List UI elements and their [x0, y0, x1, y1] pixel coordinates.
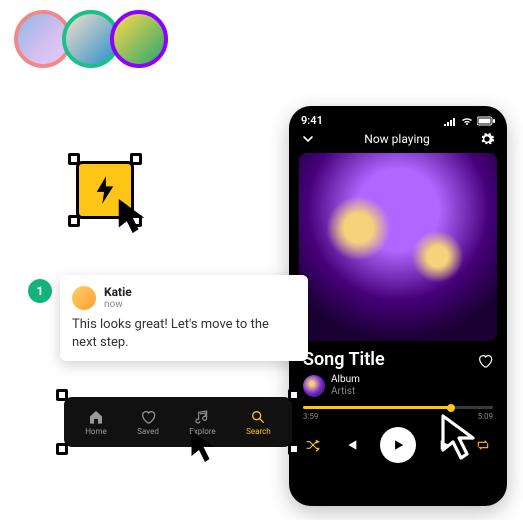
resize-handle[interactable] — [130, 153, 142, 165]
nav-saved[interactable]: Saved — [137, 409, 159, 436]
status-time: 9:41 — [301, 114, 323, 127]
nav-search[interactable]: Search — [246, 409, 271, 436]
artist-name: Artist — [331, 386, 360, 398]
avatar — [72, 286, 96, 310]
song-meta: Song Title Album Artist — [303, 349, 385, 398]
gear-icon[interactable] — [479, 131, 495, 147]
resize-handle[interactable] — [56, 389, 68, 401]
status-bar: 9:41 — [289, 106, 507, 129]
home-icon — [88, 409, 104, 425]
play-button[interactable] — [380, 427, 416, 463]
progress-bar[interactable]: 3:59 5:09 — [289, 402, 507, 423]
player-controls — [289, 423, 507, 473]
player-topbar: Now playing — [289, 129, 507, 153]
time-duration: 5:09 — [478, 412, 493, 421]
album-name: Album — [331, 374, 360, 386]
cursor-icon — [190, 429, 220, 465]
battery-icon — [477, 116, 495, 126]
comment-author: Katie — [104, 285, 132, 299]
comment-body: This looks great! Let's move to the next… — [72, 316, 296, 351]
previous-icon[interactable] — [343, 437, 359, 453]
music-icon — [194, 409, 210, 425]
resize-handle[interactable] — [288, 389, 300, 401]
signal-icon — [443, 116, 457, 126]
resize-handle[interactable] — [288, 443, 300, 455]
comment-badge[interactable]: 1 — [28, 279, 52, 303]
wifi-icon — [460, 116, 474, 126]
heart-icon — [140, 409, 156, 425]
play-icon — [391, 438, 405, 452]
avatar[interactable] — [110, 10, 168, 68]
album-thumb — [303, 375, 325, 397]
chevron-down-icon[interactable] — [301, 132, 315, 146]
next-icon[interactable] — [438, 437, 454, 453]
now-playing-label: Now playing — [364, 132, 429, 146]
time-elapsed: 3:59 — [303, 412, 318, 421]
shuffle-icon[interactable] — [305, 437, 321, 453]
repeat-icon[interactable] — [475, 437, 491, 453]
song-title: Song Title — [303, 349, 385, 370]
resize-handle[interactable] — [56, 443, 68, 455]
resize-handle[interactable] — [68, 215, 80, 227]
phone-mockup: 9:41 Now playing Song Title Album Artist — [289, 106, 507, 506]
comment-time: now — [104, 299, 132, 310]
bolt-icon — [94, 176, 116, 204]
selected-navbar-widget[interactable]: Home Saved Explore Search — [60, 393, 296, 451]
comment-card[interactable]: Katie now This looks great! Let's move t… — [60, 275, 308, 361]
collaborator-avatars — [14, 10, 168, 68]
nav-label: Search — [246, 427, 271, 436]
album-artwork — [299, 153, 497, 341]
nav-home[interactable]: Home — [85, 409, 107, 436]
cursor-icon — [118, 199, 148, 235]
nav-label: Home — [85, 427, 107, 436]
heart-icon[interactable] — [477, 353, 493, 369]
search-icon — [250, 409, 266, 425]
status-icons — [443, 116, 495, 126]
resize-handle[interactable] — [68, 153, 80, 165]
nav-label: Saved — [137, 427, 159, 436]
selected-bolt-widget[interactable] — [72, 157, 138, 223]
bottom-navbar: Home Saved Explore Search — [64, 397, 292, 447]
